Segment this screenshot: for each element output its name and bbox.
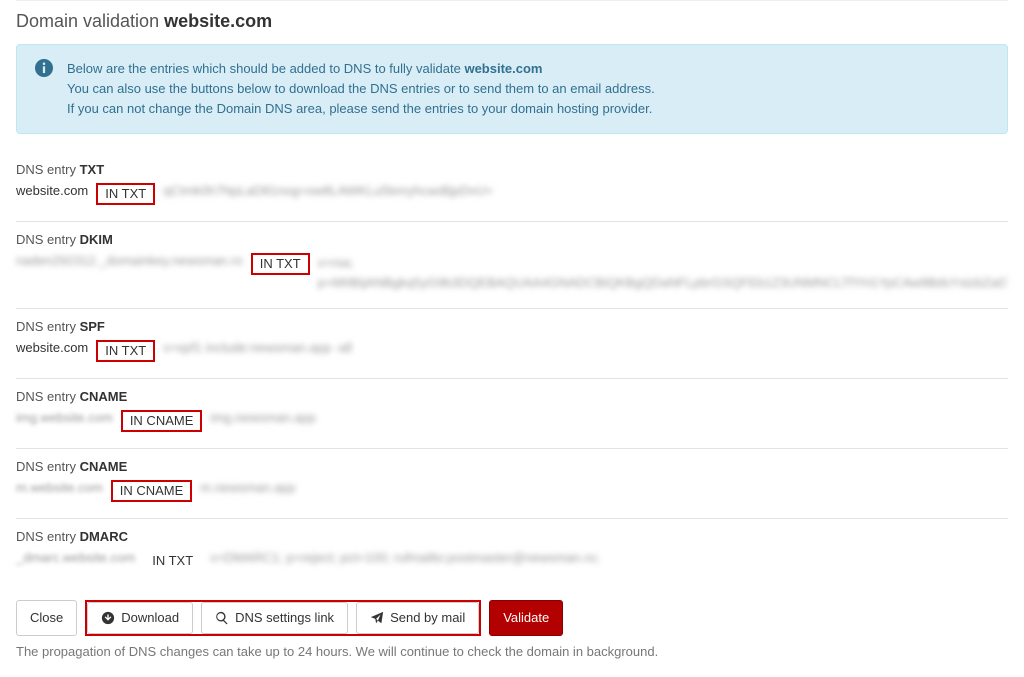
search-icon	[215, 611, 229, 625]
page-title-domain: website.com	[164, 11, 272, 31]
dns-entry-label: DNS entry	[16, 389, 76, 404]
validate-button-label: Validate	[503, 610, 549, 626]
dns-entry-dmarc: DNS entry DMARC _dmarc.website.com IN TX…	[16, 519, 1008, 588]
dns-entry-label: DNS entry	[16, 319, 76, 334]
dns-host: _dmarc.website.com	[16, 550, 135, 565]
validate-button[interactable]: Validate	[489, 600, 563, 636]
dns-value: v=spf1 include:newsman.app -all	[163, 340, 352, 355]
dns-entry-cname: DNS entry CNAME m.website.com IN CNAME m…	[16, 449, 1008, 519]
dns-settings-link-button[interactable]: DNS settings link	[201, 602, 348, 634]
dns-host: m.website.com	[16, 480, 103, 495]
dns-value: v=rsa; p=MIIBIjANBgkq5yG9b3DQEBAQUAA4GNA…	[318, 253, 1008, 292]
dns-entry-title: DNS entry SPF	[16, 319, 1008, 334]
button-bar: Close Download DNS settings link Send by…	[16, 600, 1008, 636]
dns-entry-type: TXT	[80, 162, 105, 177]
dns-host: img.website.com	[16, 410, 113, 425]
highlighted-button-group: Download DNS settings link Send by mail	[85, 600, 481, 636]
dns-value: qCImk0h7NpLaD81nog=ow8LAWKLu5bnryhcasBjp…	[163, 183, 493, 198]
dns-entry-spf: DNS entry SPF website.com IN TXT v=spf1 …	[16, 309, 1008, 379]
dns-record-badge: IN TXT	[251, 253, 310, 275]
dns-entry-type: DKIM	[80, 232, 113, 247]
alert-line2: You can also use the buttons below to do…	[67, 81, 655, 96]
dns-entry-label: DNS entry	[16, 232, 76, 247]
dns-entry-type: CNAME	[80, 459, 128, 474]
dns-value: m.newsman.app	[200, 480, 295, 495]
info-alert: Below are the entries which should be ad…	[16, 44, 1008, 134]
dns-entry-title: DNS entry DMARC	[16, 529, 1008, 544]
send-by-mail-button[interactable]: Send by mail	[356, 602, 479, 634]
paper-plane-icon	[370, 611, 384, 625]
close-button[interactable]: Close	[16, 600, 77, 636]
page-title: Domain validation website.com	[16, 0, 1008, 44]
download-button-label: Download	[121, 610, 179, 626]
dns-record-badge: IN TXT	[96, 183, 155, 205]
dns-record-badge: IN CNAME	[111, 480, 193, 502]
dns-entry-label: DNS entry	[16, 459, 76, 474]
alert-line1a: Below are the entries which should be ad…	[67, 61, 464, 76]
dns-entry-label: DNS entry	[16, 529, 76, 544]
dns-host: website.com	[16, 183, 88, 198]
dns-entry-title: DNS entry TXT	[16, 162, 1008, 177]
dns-entry-title: DNS entry CNAME	[16, 389, 1008, 404]
dns-entry-txt: DNS entry TXT website.com IN TXT qCImk0h…	[16, 152, 1008, 222]
dns-host: website.com	[16, 340, 88, 355]
send-by-mail-label: Send by mail	[390, 610, 465, 626]
dns-entry-dkim: DNS entry DKIM naden292312._domainkey.ne…	[16, 222, 1008, 309]
dns-value: img.newsman.app	[210, 410, 316, 425]
alert-line1-domain: website.com	[464, 61, 542, 76]
dns-entry-title: DNS entry DKIM	[16, 232, 1008, 247]
alert-line3: If you can not change the Domain DNS are…	[67, 101, 652, 116]
dns-settings-link-label: DNS settings link	[235, 610, 334, 626]
propagation-note: The propagation of DNS changes can take …	[16, 644, 1008, 659]
dns-entry-label: DNS entry	[16, 162, 76, 177]
dns-entry-title: DNS entry CNAME	[16, 459, 1008, 474]
close-button-label: Close	[30, 610, 63, 626]
dns-entry-type: SPF	[80, 319, 105, 334]
download-button[interactable]: Download	[87, 602, 193, 634]
download-icon	[101, 611, 115, 625]
dns-entry-type: CNAME	[80, 389, 128, 404]
dns-record-badge: IN TXT	[96, 340, 155, 362]
dns-entries-list: DNS entry TXT website.com IN TXT qCImk0h…	[16, 152, 1008, 588]
page-title-prefix: Domain validation	[16, 11, 159, 31]
dns-record-badge: IN CNAME	[121, 410, 203, 432]
info-icon	[35, 59, 53, 77]
dns-record-badge: IN TXT	[143, 550, 202, 572]
dns-entry-cname: DNS entry CNAME img.website.com IN CNAME…	[16, 379, 1008, 449]
dns-host: naden292312._domainkey.newsman.ro	[16, 253, 243, 268]
dns-value: v=DMARC1; p=reject; pct=100; rufmailto:p…	[210, 550, 599, 565]
dns-entry-type: DMARC	[80, 529, 128, 544]
